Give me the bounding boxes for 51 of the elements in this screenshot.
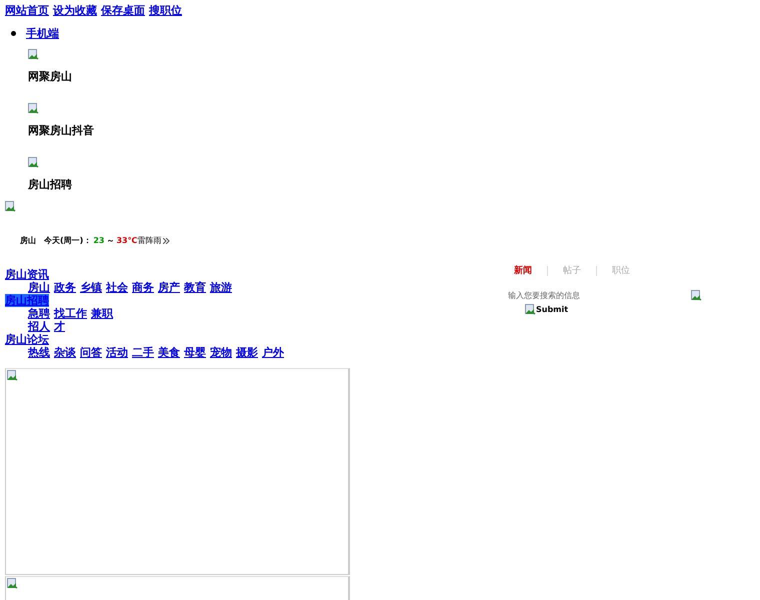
broken-image-icon bbox=[28, 103, 39, 114]
nav-link[interactable]: 社会 bbox=[106, 281, 128, 294]
nav-link[interactable]: 房山 bbox=[28, 281, 50, 294]
nav-link[interactable]: 招人 bbox=[28, 320, 50, 333]
search-tab[interactable]: 新闻 bbox=[514, 264, 532, 277]
broken-image-icon bbox=[5, 201, 16, 212]
broken-image-icon bbox=[691, 290, 702, 301]
menu-label: 房山招聘 bbox=[28, 177, 73, 192]
nav-link[interactable]: 乡镇 bbox=[80, 281, 102, 294]
nav-link[interactable]: 房产 bbox=[158, 281, 180, 294]
weather-condition: 雷阵雨 bbox=[137, 235, 162, 246]
broken-image-icon bbox=[7, 578, 18, 589]
menu-label: 网聚房山抖音 bbox=[28, 123, 95, 138]
nav-link[interactable]: 兼职 bbox=[91, 307, 113, 320]
nav-link[interactable]: 宠物 bbox=[210, 346, 232, 359]
chevron-icon[interactable] bbox=[163, 238, 170, 244]
nav-link[interactable]: 美食 bbox=[158, 346, 180, 359]
weather-city: 房山 bbox=[20, 235, 36, 246]
mobile-link[interactable]: 手机端 bbox=[26, 27, 59, 40]
broken-image-icon bbox=[525, 304, 536, 315]
top-link[interactable]: 搜职位 bbox=[149, 4, 182, 17]
broken-image-icon bbox=[7, 370, 18, 381]
menu-label: 网聚房山 bbox=[28, 69, 73, 84]
top-link[interactable]: 网站首页 bbox=[5, 4, 49, 17]
nav-link[interactable]: 旅游 bbox=[210, 281, 232, 294]
high-temperature: 33℃ bbox=[116, 236, 138, 245]
top-link[interactable]: 保存桌面 bbox=[101, 4, 145, 17]
nav-link[interactable]: 政务 bbox=[54, 281, 76, 294]
nav-link[interactable]: 活动 bbox=[106, 346, 128, 359]
nav-category[interactable]: 房山论坛 bbox=[5, 333, 49, 346]
weather-day: 今天(周一)： bbox=[44, 235, 92, 246]
low-temperature: 23 bbox=[93, 236, 104, 245]
nav-link[interactable]: 才 bbox=[54, 320, 65, 333]
nav-link[interactable]: 教育 bbox=[184, 281, 206, 294]
broken-image-icon bbox=[28, 49, 39, 60]
nav-link[interactable]: 母婴 bbox=[184, 346, 206, 359]
bullet-icon bbox=[11, 31, 16, 36]
nav-link[interactable]: 急聘 bbox=[28, 307, 50, 320]
nav-link[interactable]: 户外 bbox=[262, 346, 284, 359]
nav-category[interactable]: 房山资讯 bbox=[5, 268, 49, 281]
nav-link[interactable]: 问答 bbox=[80, 346, 102, 359]
submit-button[interactable]: Submit bbox=[525, 304, 568, 315]
nav-link[interactable]: 二手 bbox=[132, 346, 154, 359]
temperature-separator: ～ bbox=[106, 235, 114, 246]
nav-link[interactable]: 找工作 bbox=[54, 307, 87, 320]
nav-link[interactable]: 商务 bbox=[132, 281, 154, 294]
nav-link[interactable]: 杂谈 bbox=[54, 346, 76, 359]
nav-link[interactable]: 摄影 bbox=[236, 346, 258, 359]
nav-link[interactable]: 热线 bbox=[28, 346, 50, 359]
top-link[interactable]: 设为收藏 bbox=[53, 4, 97, 17]
broken-image-icon bbox=[28, 157, 39, 168]
